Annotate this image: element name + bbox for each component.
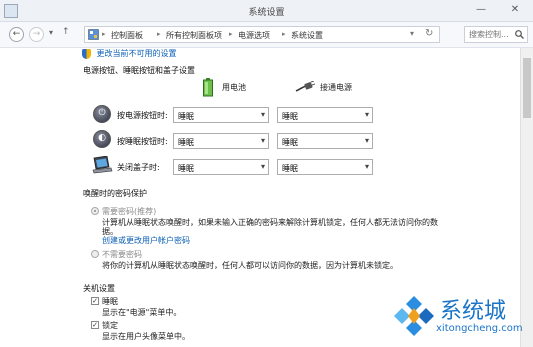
breadcrumb-separator: ▸ (157, 30, 161, 38)
uac-shield-icon (82, 48, 91, 59)
create-account-password-link[interactable]: 创建或更改用户帐户密码 (102, 235, 190, 246)
title-bar: 系统设置 — ✕ (0, 0, 533, 22)
breadcrumb-separator: ▸ (229, 30, 233, 38)
change-unavailable-settings-link[interactable]: 更改当前不可用的设置 (97, 49, 177, 58)
back-button[interactable]: ← (9, 27, 24, 42)
wake-section-title: 唤醒时的密码保护 (83, 189, 147, 198)
lock-option-description: 显示在用户头像菜单中。 (102, 332, 190, 341)
chevron-down-icon: ▾ (364, 110, 369, 119)
require-password-description: 计算机从睡眠状态唤醒时，如果未输入正确的密码来解除计算机锁定，任何人都无法访问你… (102, 218, 438, 227)
sleep-option-label: 睡眠 (102, 297, 118, 306)
watermark-diamond-icon (394, 296, 434, 336)
sleep-button-plugged-select[interactable]: 睡眠 ▾ (277, 133, 373, 149)
no-password-radio[interactable] (91, 250, 99, 258)
scrollbar-thumb[interactable] (523, 58, 531, 118)
search-box[interactable] (464, 26, 528, 43)
breadcrumb-control-panel[interactable]: 控制面板 (111, 30, 143, 41)
no-password-description: 将你的计算机从睡眠状态唤醒时，任何人都可以访问你的数据，因为计算机未锁定。 (102, 261, 398, 270)
lid-close-label: 关闭盖子时: (117, 163, 160, 172)
address-dropdown-button[interactable]: ▾ (410, 29, 414, 38)
change-settings-row: 更改当前不可用的设置 (82, 48, 177, 59)
watermark-url: xitongcheng.com (436, 323, 523, 334)
control-panel-icon (88, 29, 99, 40)
refresh-button[interactable]: ↻ (425, 28, 433, 39)
search-input[interactable] (465, 27, 515, 42)
breadcrumb-all-items[interactable]: 所有控制面板项 (166, 30, 222, 41)
sleep-button-label: 按睡眠按钮时: (117, 137, 168, 146)
chevron-down-icon: ▾ (364, 136, 369, 145)
battery-icon (203, 78, 213, 97)
sleep-option-description: 显示在"电源"菜单中。 (102, 308, 182, 317)
chevron-down-icon: ▾ (260, 162, 265, 171)
column-header-battery: 用电池 (222, 83, 246, 92)
lid-close-plugged-select[interactable]: 睡眠 ▾ (277, 159, 373, 175)
breadcrumb-system-settings[interactable]: 系统设置 (291, 30, 323, 41)
no-password-label: 不需要密码 (102, 250, 142, 259)
power-section-title: 电源按钮、睡眠按钮和盖子设置 (83, 66, 195, 75)
recent-pages-button[interactable]: ▾ (49, 28, 53, 37)
address-bar: ← → ▾ ↑ ▸ 控制面板 ▸ 所有控制面板项 ▸ 电源选项 ▸ 系统设置 ▾… (0, 22, 533, 48)
lock-checkbox[interactable]: ✓ (91, 321, 99, 329)
chevron-down-icon: ▾ (260, 136, 265, 145)
search-icon[interactable] (515, 30, 524, 39)
lid-close-battery-select[interactable]: 睡眠 ▾ (173, 159, 269, 175)
laptop-lid-icon (92, 156, 113, 174)
select-value: 睡眠 (282, 112, 298, 121)
minimize-button[interactable]: — (471, 2, 491, 18)
power-button-label: 按电源按钮时: (117, 111, 168, 120)
select-value: 睡眠 (282, 164, 298, 173)
select-value: 睡眠 (282, 138, 298, 147)
window-title: 系统设置 (248, 8, 285, 18)
chevron-down-icon: ▾ (260, 110, 265, 119)
require-password-label: 需要密码(推荐) (102, 207, 157, 216)
select-value: 睡眠 (178, 112, 194, 121)
up-button[interactable]: ↑ (62, 27, 70, 37)
watermark-name: 系统城 (440, 299, 507, 324)
close-button[interactable]: ✕ (505, 2, 525, 18)
power-button-battery-select[interactable]: 睡眠 ▾ (173, 107, 269, 123)
require-password-radio[interactable] (91, 207, 99, 215)
shutdown-section-title: 关机设置 (83, 284, 115, 293)
sleep-checkbox[interactable]: ✓ (91, 297, 99, 305)
watermark-logo: 系统城 xitongcheng.com (392, 291, 527, 345)
breadcrumb-separator: ▸ (282, 30, 286, 38)
breadcrumb: ▸ 控制面板 ▸ 所有控制面板项 ▸ 电源选项 ▸ 系统设置 ▾ ↻ (84, 26, 440, 43)
chevron-down-icon: ▾ (364, 162, 369, 171)
forward-button[interactable]: → (29, 27, 44, 42)
sleep-button-battery-select[interactable]: 睡眠 ▾ (173, 133, 269, 149)
column-header-plugged-in: 接通电源 (320, 83, 352, 92)
breadcrumb-separator: ▸ (102, 30, 106, 38)
select-value: 睡眠 (178, 164, 194, 173)
power-plug-icon (295, 81, 315, 92)
power-button-icon: ⏻ (93, 105, 111, 123)
breadcrumb-power-options[interactable]: 电源选项 (238, 30, 270, 41)
power-button-plugged-select[interactable]: 睡眠 ▾ (277, 107, 373, 123)
select-value: 睡眠 (178, 138, 194, 147)
lock-option-label: 锁定 (102, 321, 118, 330)
sleep-button-icon: ◐ (93, 130, 111, 148)
